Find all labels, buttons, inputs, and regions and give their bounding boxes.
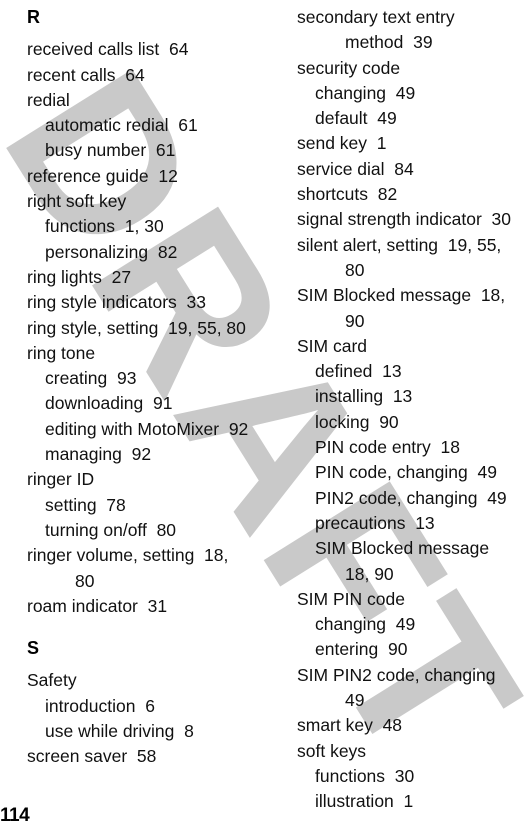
index-entry: reference guide 12: [27, 165, 178, 186]
index-subentry: use while driving 8: [45, 721, 194, 742]
index-entry-continuation: 80: [345, 259, 365, 280]
index-subentry: busy number 61: [45, 140, 176, 161]
index-entry: SIM PIN2 code, changing: [297, 664, 496, 685]
index-entry-continuation: 49: [345, 690, 365, 711]
index-subentry: changing 49: [315, 614, 416, 635]
index-entry-continuation: 90: [345, 310, 365, 331]
section-letter-heading: R: [27, 7, 40, 27]
index-subentry: turning on/off 80: [45, 519, 177, 540]
section-letter-heading: S: [27, 638, 40, 659]
index-entry: SIM Blocked message 18,: [297, 285, 506, 306]
index-subentry: automatic redial 61: [45, 115, 198, 136]
index-subentry: PIN code, changing 49: [315, 462, 497, 483]
index-entry-continuation: 80: [75, 570, 95, 591]
index-entry: ring style, setting 19, 55, 80: [27, 317, 246, 338]
index-entry: right soft key: [27, 191, 127, 212]
index-entry: Safety: [27, 670, 77, 691]
index-subentry: functions 30: [315, 765, 415, 786]
index-subentry: entering 90: [315, 639, 408, 660]
index-entry-continuation: 18, 90: [345, 563, 394, 584]
index-entry: smart key 48: [297, 715, 403, 736]
index-entry: recent calls 64: [27, 64, 145, 85]
index-subentry: functions 1, 30: [45, 216, 164, 237]
index-entry: SIM PIN code: [297, 588, 405, 609]
index-subentry: default 49: [315, 108, 397, 129]
index-subentry: installing 13: [315, 386, 413, 407]
index-column-right: secondary text entry method 39 security co…: [297, 0, 525, 815]
index-entry: redial: [27, 89, 70, 110]
index-subentry: PIN2 code, changing 49: [315, 487, 507, 508]
index-subentry: introduction 6: [45, 695, 155, 716]
index-subentry: changing 49: [315, 82, 416, 103]
index-entry: ring lights 27: [27, 266, 132, 287]
index-entry: security code: [297, 57, 401, 78]
index-entry: service dial 84: [297, 158, 414, 179]
index-entry: send key 1: [297, 133, 387, 154]
index-entry: ringer volume, setting 18,: [27, 545, 229, 566]
index-subentry: creating 93: [45, 368, 137, 389]
index-subentry: downloading 91: [45, 393, 173, 414]
index-subentry: SIM Blocked message: [315, 538, 490, 559]
index-subentry: precautions 13: [315, 512, 435, 533]
index-entry: silent alert, setting 19, 55,: [297, 234, 502, 255]
index-entry: ringer ID: [27, 469, 95, 490]
index-subentry: personalizing 82: [45, 241, 178, 262]
index-entry: ring style indicators 33: [27, 292, 206, 313]
index-entry: ring tone: [27, 342, 96, 363]
index-entry: received calls list 64: [27, 39, 189, 60]
page-number: 114: [0, 805, 30, 826]
index-column-left: Rreceived calls list 64 recent calls 64 re…: [27, 0, 277, 770]
index-subentry: locking 90: [315, 411, 399, 432]
index-entry: shortcuts 82: [297, 184, 398, 205]
index-entry: SIM card: [297, 335, 368, 356]
index-subentry: illustration 1: [315, 791, 414, 812]
index-subentry: PIN code entry 18: [315, 437, 460, 458]
index-entry: secondary text entry: [297, 7, 455, 27]
index-entry: signal strength indicator 30: [297, 209, 512, 230]
index-subentry: defined 13: [315, 361, 402, 382]
index-subentry: managing 92: [45, 444, 152, 465]
index-entry: roam indicator 31: [27, 595, 168, 616]
index-subentry: editing with MotoMixer 92: [45, 418, 249, 439]
index-entry: soft keys: [297, 740, 367, 761]
index-entry: screen saver 58: [27, 746, 157, 767]
index-entry-continuation: method 39: [345, 32, 433, 53]
index-page: Rreceived calls list 64 recent calls 64 re…: [0, 0, 527, 837]
index-subentry: setting 78: [45, 494, 126, 515]
